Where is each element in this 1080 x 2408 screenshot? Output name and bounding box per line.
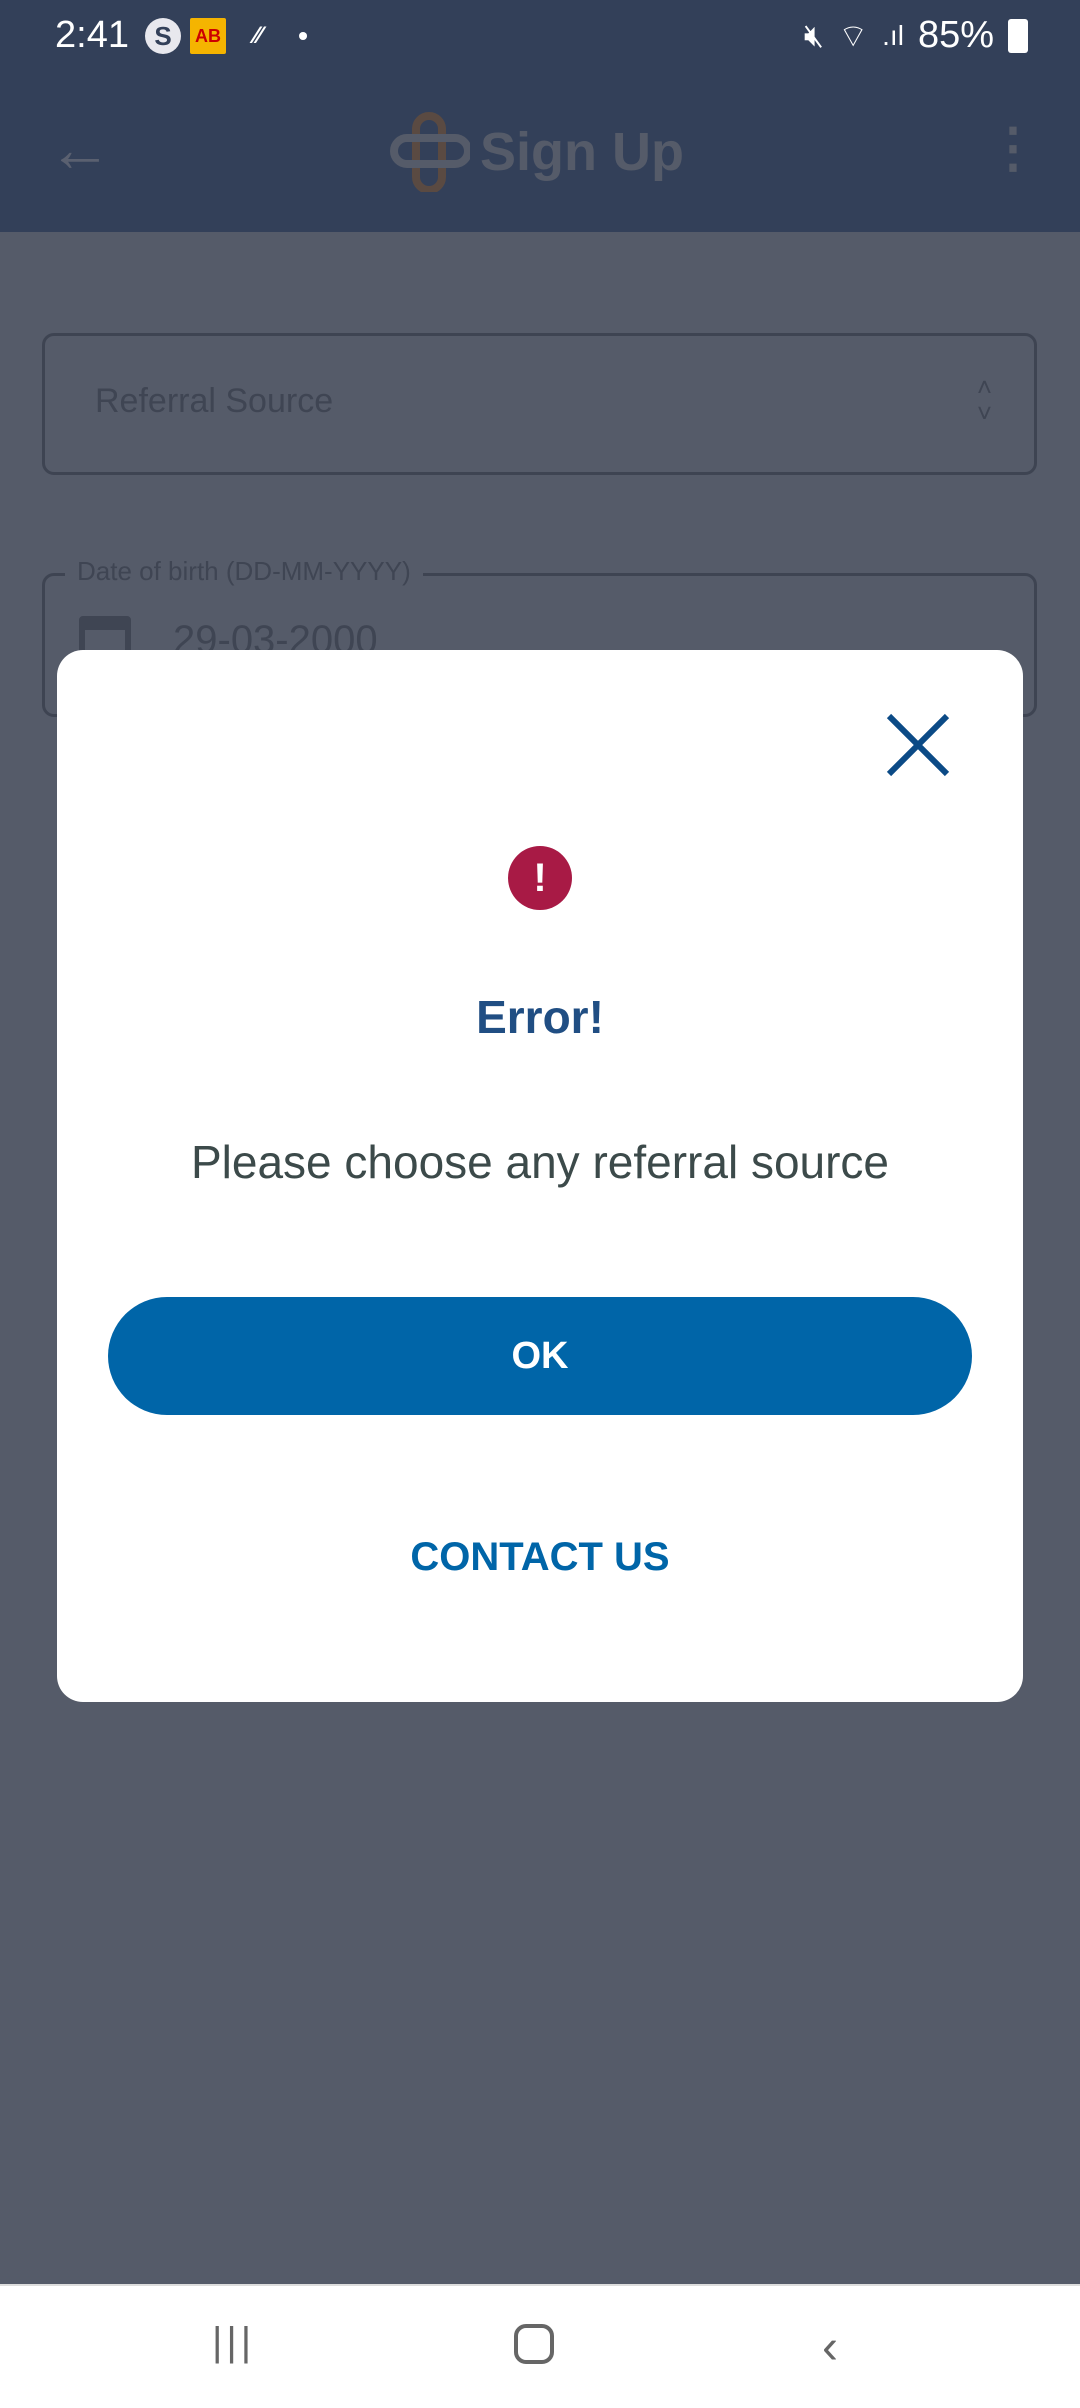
referral-source-placeholder: Referral Source xyxy=(95,382,334,420)
back-arrow-icon[interactable]: ← xyxy=(48,112,112,186)
app-title: Sign Up xyxy=(390,112,684,192)
recents-icon[interactable]: ||| xyxy=(212,2320,255,2365)
nav-back-icon[interactable]: ‹ xyxy=(822,2320,838,2375)
signal-icon: .ıl xyxy=(882,19,904,51)
referral-source-select[interactable]: Referral Source ˄ ˅ xyxy=(42,333,1037,475)
home-icon[interactable] xyxy=(514,2324,554,2364)
system-nav-bar: ||| ‹ xyxy=(0,2284,1080,2408)
error-dialog: ! Error! Please choose any referral sour… xyxy=(57,650,1023,1702)
skype-notification-icon: S xyxy=(145,18,181,54)
status-time: 2:41 xyxy=(55,14,129,56)
error-icon: ! xyxy=(508,846,572,910)
app-bar: ← Sign Up ⋮ xyxy=(0,72,1080,232)
data-saver-icon: ⁄⁄ xyxy=(253,22,262,49)
battery-icon xyxy=(1008,18,1028,53)
app-notification-icon: AB xyxy=(190,18,226,54)
mute-icon: 🔇︎ xyxy=(803,16,825,53)
contact-us-link[interactable]: CONTACT US xyxy=(57,1535,1023,1580)
more-options-icon[interactable]: ⋮ xyxy=(986,116,1040,179)
logo-icon xyxy=(390,112,470,192)
dot-icon: • xyxy=(298,20,308,51)
ok-button[interactable]: OK xyxy=(108,1297,972,1415)
dob-label: Date of birth (DD-MM-YYYY) xyxy=(65,556,423,587)
wifi-icon: ⌔ xyxy=(838,17,869,54)
status-bar: 2:41 S AB ⁄⁄ • 🔇︎ ⌔ .ıl 85% xyxy=(0,0,1080,72)
close-icon[interactable] xyxy=(883,710,953,780)
dialog-title: Error! xyxy=(476,991,604,1043)
battery-percent: 85% xyxy=(917,14,994,56)
chevron-updown-icon: ˄ ˅ xyxy=(976,372,992,428)
dialog-message: Please choose any referral source xyxy=(190,1136,890,1188)
